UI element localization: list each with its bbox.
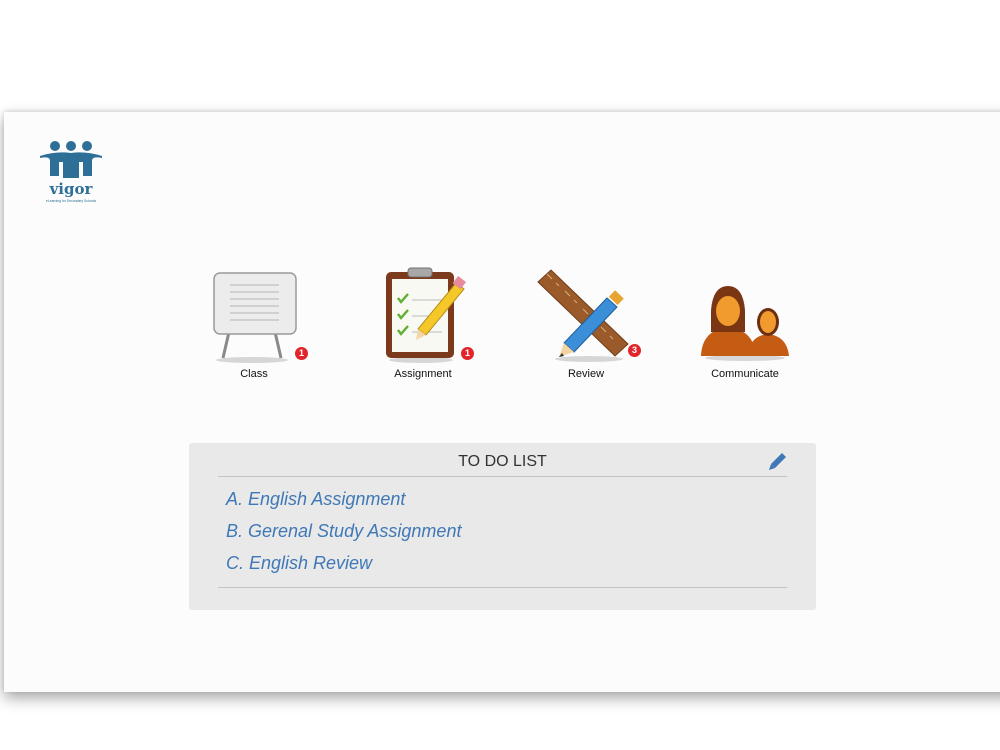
vigor-logo[interactable]: vigor eLearning for Secondary Schools <box>38 138 104 208</box>
todo-edit-button[interactable] <box>769 452 787 470</box>
nav-communicate-label: Communicate <box>711 368 779 380</box>
nav-assignment-label: Assignment <box>394 368 452 380</box>
todo-divider-top <box>218 476 787 477</box>
todo-item[interactable]: C. English Review <box>226 553 372 574</box>
nav-review[interactable]: 3 Review <box>531 262 641 387</box>
todo-item[interactable]: A. English Assignment <box>226 489 405 510</box>
todo-title: TO DO LIST <box>458 453 547 470</box>
assignment-badge: 1 <box>461 347 474 360</box>
todo-divider-bottom <box>218 587 787 588</box>
brand-name: vigor <box>49 180 93 198</box>
nav-review-label: Review <box>567 368 605 380</box>
nav-class-label: Class <box>240 368 268 380</box>
todo-item[interactable]: B. Gerenal Study Assignment <box>226 521 461 542</box>
todo-list: TO DO LIST A. English Assignment B. Gere… <box>189 443 816 610</box>
people-group-logo-icon <box>40 141 102 178</box>
whiteboard-icon <box>213 272 297 363</box>
pencil-edit-icon <box>769 453 786 470</box>
brand-tagline: eLearning for Secondary Schools <box>45 199 97 203</box>
nav-assignment[interactable]: 1 Assignment <box>368 262 478 387</box>
nav-class[interactable]: 1 Class <box>199 262 309 387</box>
nav-communicate[interactable]: Communicate <box>690 262 800 387</box>
review-badge: 3 <box>628 344 641 357</box>
class-badge: 1 <box>295 347 308 360</box>
ruler-pencil-icon <box>537 269 629 362</box>
people-icon <box>701 286 789 361</box>
